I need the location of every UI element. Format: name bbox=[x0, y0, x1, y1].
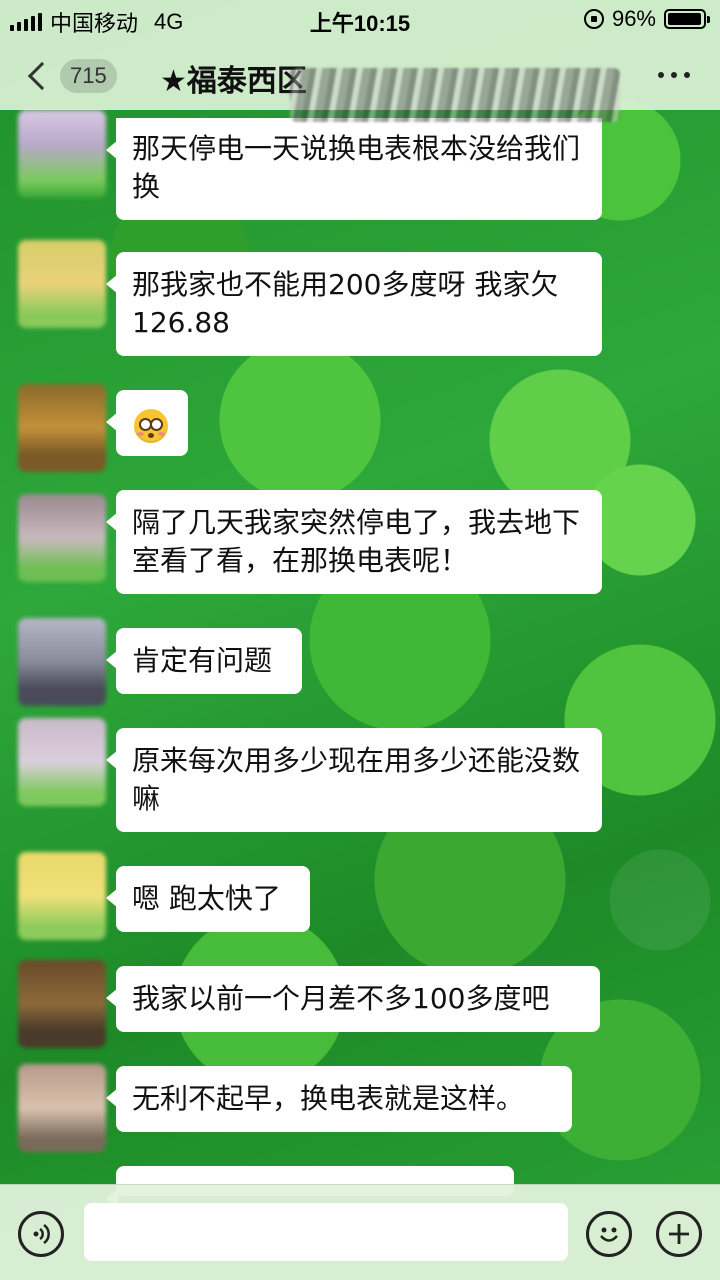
message-text: 肯定有问题 bbox=[132, 644, 273, 677]
message-bubble[interactable]: 我家以前一个月差不多100多度吧 bbox=[106, 966, 600, 1032]
message-text: 隔了几天我家突然停电了，我去地下室看了看，在那换电表呢！ bbox=[132, 506, 581, 577]
redacted-title-overlay bbox=[290, 68, 620, 122]
message-input[interactable] bbox=[84, 1203, 568, 1261]
flushed-face-emoji bbox=[134, 409, 168, 443]
message-text: 那天停电一天说换电表根本没给我们换 bbox=[132, 132, 581, 203]
message-input-bar bbox=[0, 1184, 720, 1280]
chat-title: ★福泰西区 bbox=[160, 64, 307, 99]
plus-icon bbox=[669, 1224, 689, 1244]
avatar[interactable] bbox=[18, 960, 106, 1048]
message-bubble[interactable]: 无利不起早，换电表就是这样。 bbox=[106, 1066, 572, 1132]
avatar[interactable] bbox=[18, 110, 106, 198]
more-dots-icon bbox=[658, 72, 664, 78]
add-button[interactable] bbox=[656, 1211, 702, 1257]
message-text: 嗯 跑太快了 bbox=[132, 882, 281, 915]
message-text: 原来每次用多少现在用多少还能没数嘛 bbox=[132, 744, 581, 815]
voice-icon bbox=[33, 1223, 50, 1245]
battery-level bbox=[668, 13, 701, 25]
battery-icon bbox=[664, 9, 710, 29]
chat-header: 715 ★福泰西区 bbox=[0, 38, 720, 122]
more-options-button[interactable] bbox=[658, 72, 690, 78]
message-bubble[interactable] bbox=[106, 390, 188, 456]
message-bubble[interactable]: 隔了几天我家突然停电了，我去地下室看了看，在那换电表呢！ bbox=[106, 490, 602, 594]
message-bubble[interactable]: 那我家也不能用200多度呀 我家欠126.88 bbox=[106, 252, 602, 356]
avatar[interactable] bbox=[18, 718, 106, 806]
emoji-button[interactable] bbox=[586, 1211, 632, 1257]
emoji-icon bbox=[600, 1227, 618, 1242]
avatar[interactable] bbox=[18, 240, 106, 328]
avatar[interactable] bbox=[18, 494, 106, 582]
avatar[interactable] bbox=[18, 384, 106, 472]
status-bar: 中国移动 4G 上午10:15 96% bbox=[0, 0, 720, 38]
message-bubble[interactable]: 嗯 跑太快了 bbox=[106, 866, 310, 932]
back-button[interactable]: 715 bbox=[24, 56, 134, 96]
message-text: 无利不起早，换电表就是这样。 bbox=[132, 1082, 525, 1115]
rotation-lock-icon bbox=[583, 9, 604, 29]
avatar[interactable] bbox=[18, 1064, 106, 1152]
message-text: 我家以前一个月差不多100多度吧 bbox=[132, 982, 550, 1015]
avatar[interactable] bbox=[18, 852, 106, 940]
message-bubble[interactable]: 那天停电一天说换电表根本没给我们换 bbox=[106, 118, 602, 220]
battery-percent: 96% bbox=[611, 6, 656, 31]
unread-count-badge: 715 bbox=[60, 59, 117, 93]
message-bubble[interactable]: 原来每次用多少现在用多少还能没数嘛 bbox=[106, 728, 602, 832]
message-bubble[interactable]: 肯定有问题 bbox=[106, 628, 302, 694]
message-text: 那我家也不能用200多度呀 我家欠126.88 bbox=[132, 268, 559, 339]
voice-button[interactable] bbox=[18, 1211, 64, 1257]
avatar[interactable] bbox=[18, 618, 106, 706]
chevron-left-icon bbox=[27, 61, 57, 91]
